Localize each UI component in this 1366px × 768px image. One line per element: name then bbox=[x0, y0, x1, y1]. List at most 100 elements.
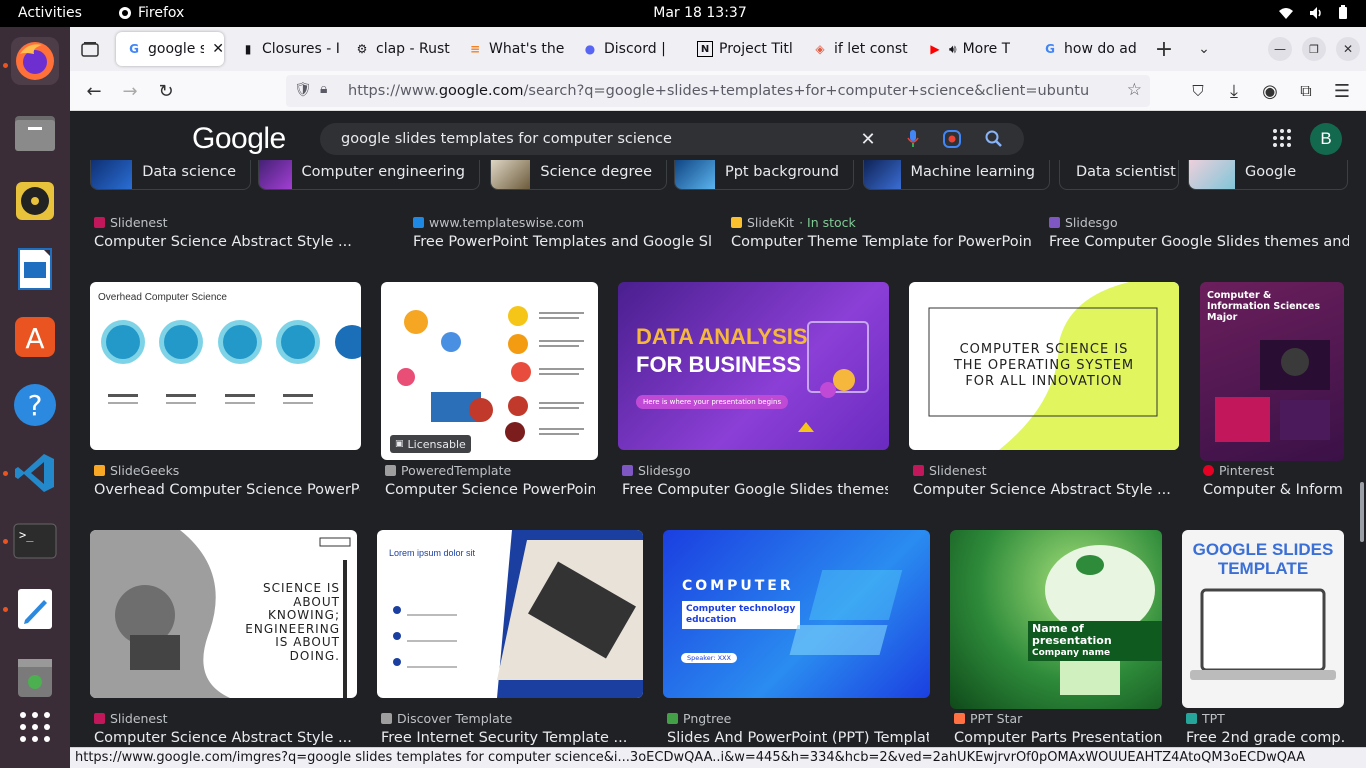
new-tab-button[interactable]: + bbox=[1152, 37, 1176, 62]
page-scrollbar-thumb[interactable] bbox=[1360, 482, 1364, 542]
chip-computer-engineering[interactable]: Computer engineering bbox=[258, 160, 480, 190]
result-title[interactable]: Free PowerPoint Templates and Google Sli… bbox=[413, 234, 713, 250]
dock-firefox[interactable] bbox=[11, 37, 59, 85]
bookmark-star-icon[interactable]: ☆ bbox=[1120, 80, 1142, 100]
tab-google-how-do[interactable]: G how do ad bbox=[1032, 32, 1142, 66]
tab-youtube[interactable]: ▶ 🔊︎ More T bbox=[917, 32, 1027, 66]
chip-google[interactable]: Google bbox=[1188, 160, 1348, 190]
dock-text-editor[interactable] bbox=[11, 585, 59, 633]
result-title[interactable]: Computer Theme Template for PowerPoint .… bbox=[731, 234, 1031, 250]
dock-help[interactable]: ? bbox=[11, 381, 59, 429]
dock-rhythmbox[interactable] bbox=[11, 177, 59, 225]
app-menu-button[interactable]: ☰ bbox=[1330, 79, 1354, 103]
result-image-data-analysis[interactable]: DATA ANALYSIS FOR BUSINESS Here is where… bbox=[618, 282, 889, 450]
activities-button[interactable]: Activities bbox=[18, 5, 82, 21]
result-source[interactable]: Slidesgo bbox=[622, 463, 691, 478]
minimize-button[interactable]: — bbox=[1268, 37, 1292, 61]
result-title[interactable]: Free 2nd grade comp... bbox=[1186, 730, 1346, 746]
result-image-internet-security[interactable]: Lorem ipsum dolor sit bbox=[377, 530, 643, 698]
tab-closures[interactable]: ▮ Closures - I bbox=[230, 32, 340, 66]
pocket-button[interactable]: ⛉ bbox=[1186, 79, 1210, 103]
result-title[interactable]: Computer Science Abstract Style ... bbox=[94, 730, 356, 746]
reload-button[interactable]: ↻ bbox=[154, 79, 178, 103]
result-title[interactable]: Computer Science Abstract Style ... bbox=[913, 482, 1179, 498]
clear-search-icon[interactable]: ✕ bbox=[858, 129, 878, 150]
dock-trash[interactable] bbox=[11, 653, 59, 701]
licensable-badge[interactable]: ▣ Licensable bbox=[390, 435, 471, 453]
result-source[interactable]: TPT bbox=[1186, 711, 1225, 726]
dock-vscode[interactable] bbox=[11, 449, 59, 497]
result-title[interactable]: Free Computer Google Slides themes ... bbox=[622, 482, 888, 498]
extensions-button[interactable]: ⧉ bbox=[1294, 79, 1318, 103]
account-button[interactable]: ◉ bbox=[1258, 79, 1282, 103]
result-image-google-slides-template[interactable]: GOOGLE SLIDES TEMPLATE bbox=[1182, 530, 1344, 708]
clock[interactable]: Mar 18 13:37 bbox=[620, 5, 780, 21]
result-source[interactable]: Slidenest bbox=[94, 711, 168, 726]
result-source[interactable]: Discover Template bbox=[381, 711, 512, 726]
app-menu[interactable]: Firefox bbox=[118, 5, 184, 21]
list-all-tabs-button[interactable]: ⌄ bbox=[1192, 37, 1216, 61]
result-source[interactable]: Pngtree bbox=[667, 711, 731, 726]
google-apps-button[interactable] bbox=[1272, 128, 1292, 148]
tab-discord[interactable]: ● Discord | bbox=[572, 32, 682, 66]
tab-clap-rust[interactable]: ⚙ clap - Rust bbox=[344, 32, 454, 66]
result-image-computer-tech[interactable]: COMPUTER Computer technology education S… bbox=[663, 530, 930, 698]
result-source[interactable]: PoweredTemplate bbox=[385, 463, 511, 478]
result-source[interactable]: Slidesgo bbox=[1049, 215, 1118, 230]
chip-ppt-background[interactable]: Ppt background bbox=[674, 160, 854, 190]
back-button[interactable]: ← bbox=[82, 79, 106, 103]
close-window-button[interactable]: ✕ bbox=[1336, 37, 1360, 61]
lens-search-icon[interactable] bbox=[942, 129, 962, 149]
maximize-button[interactable]: ❐ bbox=[1302, 37, 1326, 61]
result-title[interactable]: Computer & Inform... bbox=[1203, 482, 1343, 498]
result-image-cis-major[interactable]: Computer & Information Sciences Major bbox=[1200, 282, 1344, 461]
result-title[interactable]: Overhead Computer Science PowerPo... bbox=[94, 482, 360, 498]
result-image-infographic[interactable]: ▣ Licensable bbox=[381, 282, 598, 460]
result-source[interactable]: Pinterest bbox=[1203, 463, 1274, 478]
result-source[interactable]: www.templateswise.com bbox=[413, 215, 584, 230]
url-bar[interactable]: 🛡︎ 🔒︎ https://www. google.com/search?q=go… bbox=[286, 75, 1150, 107]
result-source[interactable]: Slidenest bbox=[913, 463, 987, 478]
result-source[interactable]: PPT Star bbox=[954, 711, 1022, 726]
result-image-computer-parts[interactable]: Name of presentation Company name bbox=[950, 530, 1162, 709]
chip-science-degree[interactable]: Science degree bbox=[490, 160, 667, 190]
result-source[interactable]: SlideGeeks bbox=[94, 463, 179, 478]
system-tray[interactable] bbox=[1278, 5, 1348, 20]
speaker-icon[interactable]: 🔊︎ bbox=[949, 42, 957, 57]
result-image-cs-operating-system[interactable]: COMPUTER SCIENCE IS THE OPERATING SYSTEM… bbox=[909, 282, 1179, 450]
account-avatar[interactable]: B bbox=[1310, 123, 1342, 155]
result-source[interactable]: Slidenest bbox=[94, 215, 168, 230]
forward-button[interactable]: → bbox=[118, 79, 142, 103]
search-box[interactable]: google slides templates for computer sci… bbox=[320, 123, 1024, 155]
result-title[interactable]: Computer Parts Presentation ... bbox=[954, 730, 1162, 746]
dock-files[interactable] bbox=[11, 109, 59, 157]
tab-if-let-const[interactable]: ◈ if let const bbox=[802, 32, 912, 66]
tab-google-search[interactable]: G google s ✕ bbox=[116, 32, 224, 66]
downloads-button[interactable]: ⤓ bbox=[1222, 79, 1246, 103]
dock-app-center[interactable]: A bbox=[11, 313, 59, 361]
result-title[interactable]: Free Computer Google Slides themes and .… bbox=[1049, 234, 1349, 250]
voice-search-icon[interactable] bbox=[903, 129, 923, 149]
lock-icon[interactable]: 🔒︎ bbox=[320, 81, 327, 97]
dock-writer[interactable] bbox=[11, 245, 59, 293]
tab-notion[interactable]: N Project Titl bbox=[687, 32, 797, 66]
result-image-science-quote[interactable]: SCIENCE IS ABOUT KNOWING; ENGINEERING IS… bbox=[90, 530, 357, 698]
google-logo[interactable]: Google bbox=[192, 122, 286, 156]
result-title[interactable]: Computer Science PowerPoin... bbox=[385, 482, 595, 498]
tab-overview-button[interactable] bbox=[78, 37, 102, 61]
chip-data-science[interactable]: Data science bbox=[90, 160, 251, 190]
chip-machine-learning[interactable]: Machine learning bbox=[863, 160, 1050, 190]
result-image-overhead[interactable]: Overhead Computer Science bbox=[90, 282, 361, 450]
result-title[interactable]: Free Internet Security Template ... bbox=[381, 730, 643, 746]
result-title[interactable]: Computer Science Abstract Style ... bbox=[94, 234, 394, 250]
chip-data-scientist[interactable]: Data scientist bbox=[1059, 160, 1179, 190]
result-source[interactable]: SlideKit · In stock bbox=[731, 215, 856, 230]
result-title[interactable]: Slides And PowerPoint (PPT) Templat... bbox=[667, 730, 929, 746]
dock-show-apps[interactable] bbox=[11, 703, 59, 751]
search-icon[interactable] bbox=[984, 129, 1004, 149]
tab-stackoverflow[interactable]: ≡ What's the bbox=[457, 32, 567, 66]
shield-icon[interactable]: 🛡︎ bbox=[294, 82, 312, 98]
search-input[interactable]: google slides templates for computer sci… bbox=[341, 131, 672, 147]
close-tab-icon[interactable]: ✕ bbox=[212, 41, 224, 57]
dock-terminal[interactable]: >_ bbox=[11, 517, 59, 565]
